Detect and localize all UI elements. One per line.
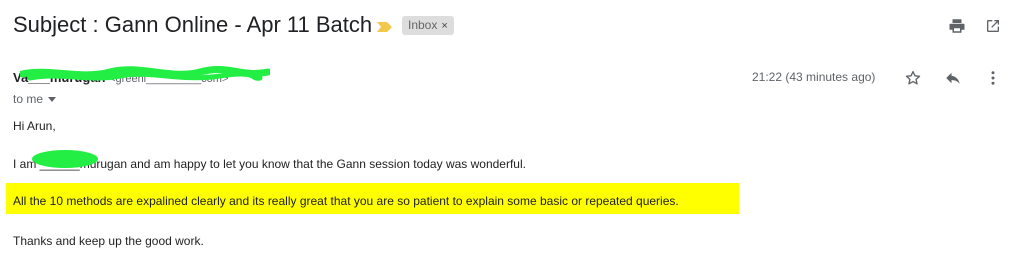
inbox-label-chip[interactable]: Inbox × — [402, 16, 454, 35]
recipient-toggle[interactable]: to me — [13, 92, 57, 106]
recipient-text: to me — [13, 92, 44, 106]
body-line-2-highlighted: All the 10 methods are expalined clearly… — [13, 194, 679, 208]
inbox-label-text: Inbox — [408, 18, 438, 32]
remove-label-button[interactable]: × — [441, 20, 447, 32]
open-in-new-window-icon[interactable] — [981, 14, 1005, 38]
redaction-scribble — [32, 150, 98, 168]
email-timestamp: 21:22 (43 minutes ago) — [752, 70, 876, 84]
star-icon[interactable] — [901, 66, 925, 90]
redaction-scribble — [20, 66, 270, 81]
more-vert-icon[interactable] — [981, 66, 1005, 90]
email-subject: Subject : Gann Online - Apr 11 Batch — [13, 12, 373, 37]
chevron-down-icon — [48, 97, 57, 103]
importance-marker-icon[interactable] — [376, 20, 394, 38]
body-closing: Thanks and keep up the good work. — [13, 234, 204, 248]
print-icon[interactable] — [945, 14, 969, 38]
reply-icon[interactable] — [941, 66, 965, 90]
body-greeting: Hi Arun, — [13, 119, 56, 133]
